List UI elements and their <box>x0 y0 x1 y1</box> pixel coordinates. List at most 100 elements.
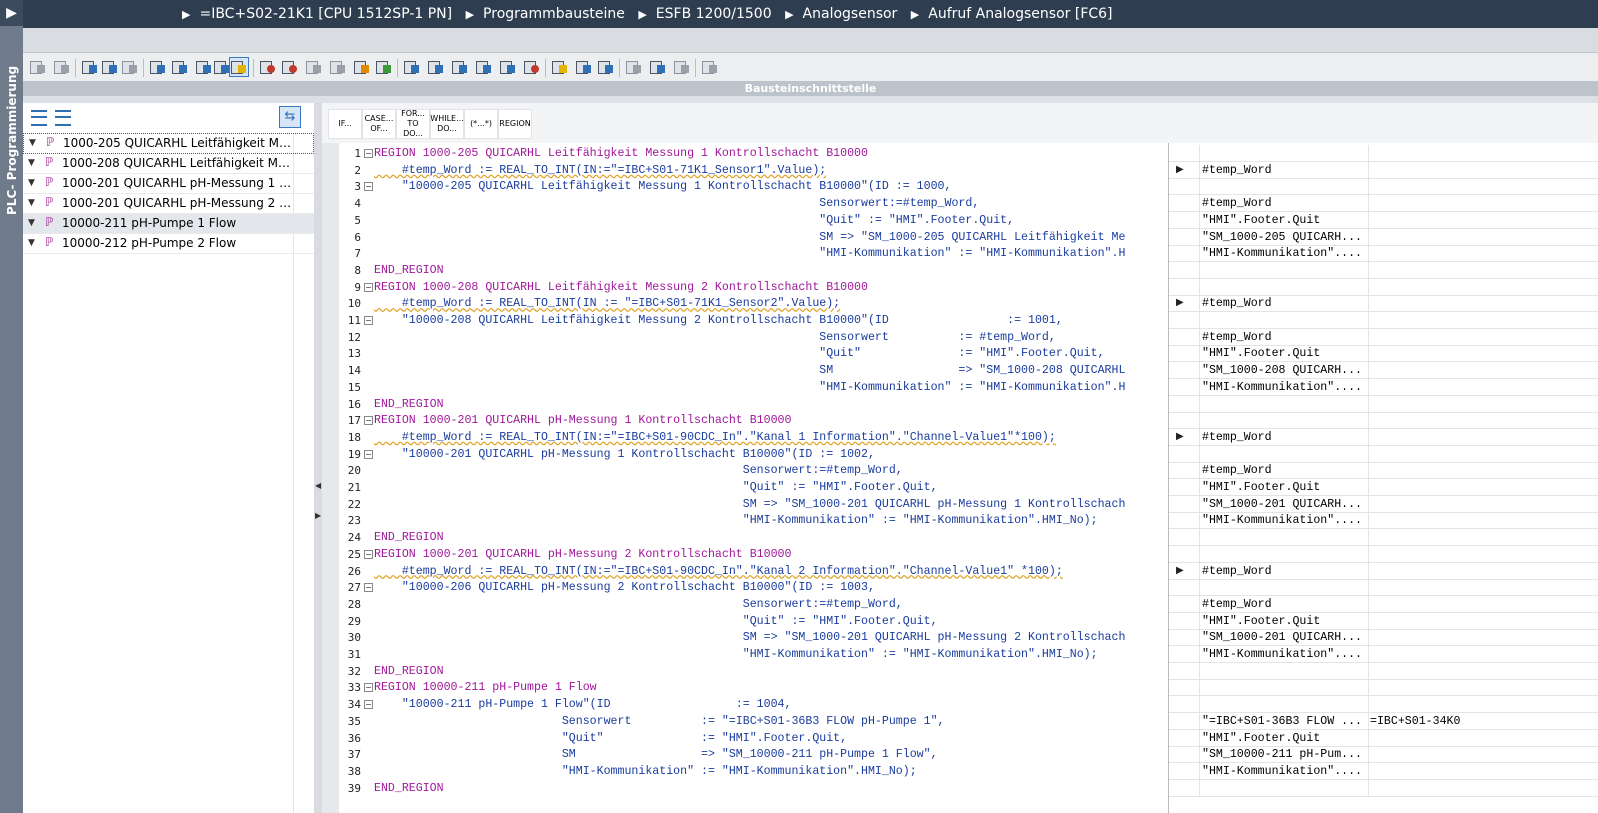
block-list-item[interactable]: ▼ ℙ 10000-211 pH-Pumpe 1 Flow <box>23 214 314 234</box>
breadcrumb-item[interactable]: =IBC+S02-21K1 [CPU 1512SP-1 PN] <box>199 0 452 28</box>
watch-row[interactable] <box>1169 261 1598 279</box>
watch-row[interactable] <box>1169 412 1598 430</box>
watch-marker-cell[interactable] <box>1169 662 1200 680</box>
code-line[interactable]: 7 "HMI-Kommunikation" := "HMI-Kommunikat… <box>322 245 1168 262</box>
watch-marker-cell[interactable] <box>1169 696 1200 714</box>
fold-toggle-icon[interactable]: − <box>364 449 373 459</box>
block-list-item[interactable]: ▼ ℙ 1000-205 QUICARHL Leitfähigkeit Mess… <box>23 133 314 154</box>
watch-marker-cell[interactable] <box>1169 362 1200 380</box>
interface-splitter[interactable] <box>23 96 1598 103</box>
code-line[interactable]: 22 SM => "SM_1000-201 QUICARHL pH-Messun… <box>322 496 1168 513</box>
insert-row-icon[interactable] <box>81 58 99 76</box>
watch-row[interactable]: "HMI".Footer.Quit <box>1169 729 1598 747</box>
collapse-arrow-icon[interactable]: ▼ <box>28 234 35 253</box>
fold-toggle-icon[interactable]: − <box>364 416 373 426</box>
watch-marker-cell[interactable] <box>1169 646 1200 663</box>
watch-marker-cell[interactable] <box>1169 479 1200 496</box>
fold-toggle-icon[interactable]: − <box>364 182 373 192</box>
block-list-item[interactable]: ▼ ℙ 1000-201 QUICARHL pH-Messung 2 Kontr… <box>23 194 314 214</box>
collapse-arrow-icon[interactable]: ▼ <box>28 174 35 193</box>
watch-marker-cell[interactable] <box>1169 245 1200 263</box>
watch-marker-cell[interactable] <box>1169 145 1200 162</box>
collapse-icon[interactable] <box>499 58 517 76</box>
snippet-case[interactable]: CASE... OF... <box>362 109 396 139</box>
code-line[interactable]: 25− REGION 1000-201 QUICARHL pH-Messung 2… <box>322 546 1168 563</box>
code-line[interactable]: 3− "10000-205 QUICARHL Leitfähigkeit Mes… <box>322 178 1168 195</box>
watch-row[interactable]: "HMI-Kommunikation".... <box>1169 245 1598 263</box>
watch-row[interactable]: #temp_Word <box>1169 462 1598 480</box>
code-line[interactable]: 11− "10000-208 QUICARHL Leitfähigkeit Me… <box>322 312 1168 329</box>
code-line[interactable]: 23 "HMI-Kommunikation" := "HMI-Kommunika… <box>322 512 1168 529</box>
breadcrumb-item[interactable]: ESFB 1200/1500 <box>656 0 772 28</box>
sort-icon[interactable] <box>353 58 371 76</box>
block-list-item[interactable]: ▼ ℙ 1000-201 QUICARHL pH-Messung 1 Kontr… <box>23 174 314 194</box>
collapse-arrow-icon[interactable]: ▼ <box>28 154 35 173</box>
collapse-all-icon[interactable] <box>55 110 71 126</box>
step-over-icon[interactable] <box>329 58 347 76</box>
watch-row[interactable] <box>1169 278 1598 296</box>
code-line[interactable]: 31 "HMI-Kommunikation" := "HMI-Kommunika… <box>322 646 1168 663</box>
watch-marker-cell[interactable] <box>1169 278 1200 296</box>
fold-toggle-icon[interactable]: − <box>364 700 373 710</box>
insert-network-icon[interactable] <box>29 58 47 76</box>
watch-row[interactable]: ▶ #temp_Word <box>1169 295 1598 313</box>
watch-marker-cell[interactable] <box>1169 612 1200 630</box>
collapse-arrow-icon[interactable]: ▼ <box>28 214 35 233</box>
fold-toggle-icon[interactable]: − <box>364 316 373 325</box>
watch-row[interactable]: "SM_10000-211 pH-Pum... <box>1169 746 1598 764</box>
watch-row[interactable] <box>1169 145 1598 162</box>
next-bookmark-icon[interactable] <box>597 58 615 76</box>
watch-marker-cell[interactable] <box>1169 445 1200 463</box>
sync-icon[interactable]: ⇆ <box>279 106 301 128</box>
code-line[interactable]: 29 "Quit" := "HMI".Footer.Quit, <box>322 613 1168 630</box>
snippet-for[interactable]: FOR... TO DO... <box>396 109 430 139</box>
watch-marker-cell[interactable] <box>1169 746 1200 764</box>
watch-marker-cell[interactable] <box>1169 261 1200 279</box>
modify-icon[interactable] <box>673 58 691 76</box>
indent-right-icon[interactable] <box>427 58 445 76</box>
list-icon[interactable] <box>149 58 167 76</box>
watch-row[interactable]: ▶ #temp_Word <box>1169 161 1598 179</box>
watch-row[interactable]: "SM_1000-201 QUICARH... <box>1169 629 1598 647</box>
code-line[interactable]: 24 END_REGION <box>322 529 1168 546</box>
code-line[interactable]: 17− REGION 1000-201 QUICARHL pH-Messung 1… <box>322 412 1168 429</box>
watch-row[interactable]: "HMI-Kommunikation".... <box>1169 512 1598 530</box>
code-line[interactable]: 18 #temp_Word := REAL_TO_INT(IN:="=IBC+S… <box>322 429 1168 446</box>
watch-row[interactable] <box>1169 395 1598 413</box>
check-icon[interactable] <box>375 58 393 76</box>
watch-row[interactable]: #temp_Word <box>1169 595 1598 613</box>
code-line[interactable]: 33− REGION 10000-211 pH-Pumpe 1 Flow <box>322 679 1168 696</box>
fold-toggle-icon[interactable]: − <box>364 683 373 693</box>
collapse-arrow-icon[interactable]: ▼ <box>28 194 35 213</box>
watch-row[interactable]: "SM_1000-208 QUICARH... <box>1169 362 1598 380</box>
code-line[interactable]: 9− REGION 1000-208 QUICARHL Leitfähigkeit… <box>322 279 1168 296</box>
watch-marker-cell[interactable] <box>1169 779 1200 797</box>
code-line[interactable]: 34− "10000-211 pH-Pumpe 1 Flow"(ID := 10… <box>322 696 1168 713</box>
step-icon[interactable] <box>305 58 323 76</box>
block-grey-icon[interactable] <box>121 58 139 76</box>
fold-toggle-icon[interactable]: − <box>364 282 373 292</box>
expand-arrow-icon[interactable]: ▶ <box>1176 162 1184 178</box>
expand-arrow-icon[interactable]: ▶ <box>1176 429 1184 445</box>
database-icon[interactable] <box>701 58 719 76</box>
code-line[interactable]: 39 END_REGION <box>322 780 1168 797</box>
snippet-region[interactable]: REGION <box>498 109 532 139</box>
code-line[interactable]: 36 "Quit" := "HMI".Footer.Quit, <box>322 730 1168 747</box>
watch-marker-cell[interactable]: ▶ <box>1169 428 1200 446</box>
code-line[interactable]: 37 SM => "SM_10000-211 pH-Pumpe 1 Flow", <box>322 746 1168 763</box>
watch-row[interactable]: "HMI".Footer.Quit <box>1169 612 1598 630</box>
watch-marker-cell[interactable] <box>1169 345 1200 363</box>
watch-marker-cell[interactable] <box>1169 211 1200 229</box>
code-line[interactable]: 8 END_REGION <box>322 262 1168 279</box>
watch-row[interactable]: "HMI-Kommunikation".... <box>1169 762 1598 780</box>
breadcrumb-item[interactable]: Analogsensor <box>803 0 898 28</box>
fold-toggle-icon[interactable]: − <box>364 583 373 593</box>
indent-icon[interactable] <box>171 58 189 76</box>
collapse-arrow-icon[interactable]: ▼ <box>29 134 36 153</box>
favorites-icon[interactable] <box>229 57 249 77</box>
watch-row[interactable]: "HMI-Kommunikation".... <box>1169 378 1598 396</box>
code-line[interactable]: 16 END_REGION <box>322 396 1168 413</box>
watch-marker-cell[interactable]: ▶ <box>1169 295 1200 313</box>
code-line[interactable]: 14 SM => "SM_1000-208 QUICARHL <box>322 362 1168 379</box>
collapse-left-icon[interactable]: ◀ <box>315 481 321 490</box>
